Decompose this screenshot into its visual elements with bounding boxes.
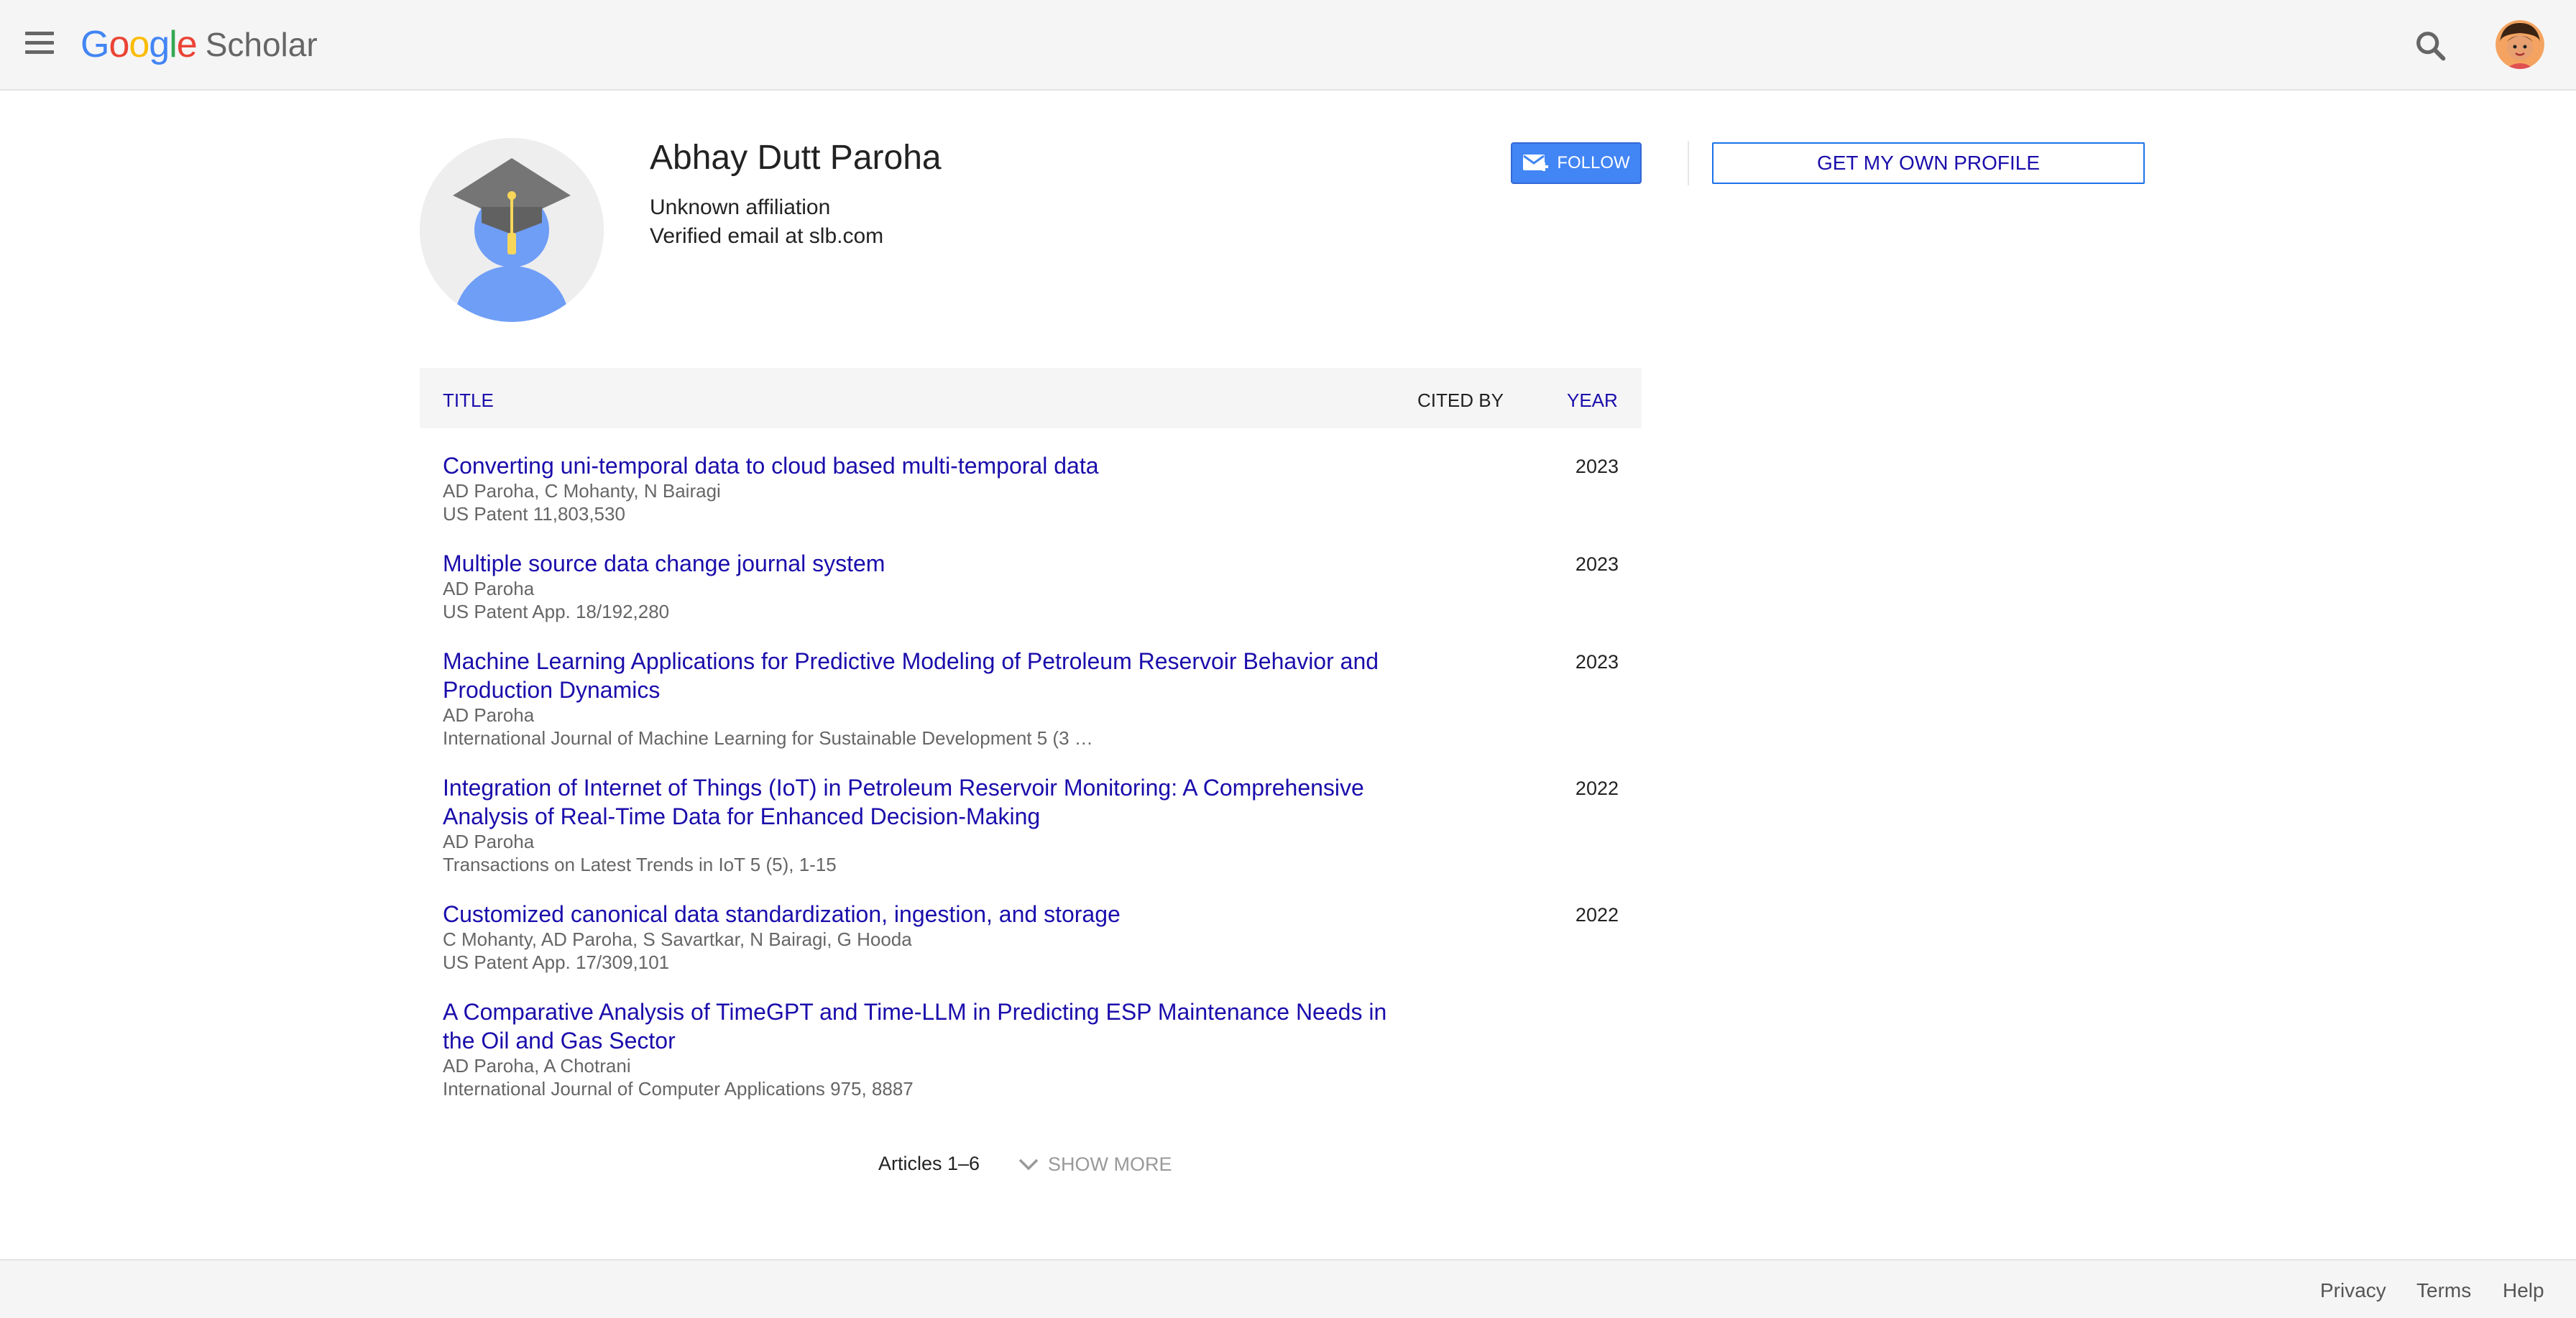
search-icon[interactable] [2412,27,2450,65]
sort-by-year[interactable]: YEAR [1567,390,1618,412]
article-venue: International Journal of Machine Learnin… [443,727,1093,749]
article-venue: Transactions on Latest Trends in IoT 5 (… [443,854,837,875]
chevron-down-icon [1018,1158,1039,1171]
articles-count: Articles 1–6 [878,1153,980,1174]
account-avatar[interactable] [2496,20,2544,69]
footer-privacy-link[interactable]: Privacy [2320,1279,2386,1302]
divider [1688,141,1689,185]
article-authors: AD Paroha, C Mohanty, N Bairagi [443,480,721,502]
logo-scholar-text: Scholar [205,26,318,63]
logo-google-text: Google [80,24,198,65]
article-venue: US Patent 11,803,530 [443,503,625,525]
article-title-link[interactable]: Machine Learning Applications for Predic… [443,647,1392,704]
google-scholar-logo[interactable]: Google Scholar [80,22,318,68]
article-venue: US Patent App. 17/309,101 [443,951,670,973]
footer: Privacy Terms Help [0,1259,2576,1318]
get-my-own-profile-button[interactable]: GET MY OWN PROFILE [1712,142,2145,184]
article-venue: International Journal of Computer Applic… [443,1078,914,1100]
article-year[interactable]: 2022 [1576,904,1619,926]
articles-table-header: TITLE CITED BY YEAR [420,368,1642,428]
profile-affiliation: Unknown affiliation [650,195,831,219]
article-year[interactable]: 2023 [1576,651,1619,673]
article-authors: C Mohanty, AD Paroha, S Savartkar, N Bai… [443,928,912,950]
show-more-button[interactable]: SHOW MORE [1018,1148,1172,1180]
top-bar: Google Scholar [0,0,2576,91]
article-title-link[interactable]: Multiple source data change journal syst… [443,549,1392,578]
article-authors: AD Paroha [443,704,535,726]
hamburger-menu-icon[interactable] [23,32,56,57]
article-title-link[interactable]: Customized canonical data standardizatio… [443,900,1392,928]
article-authors: AD Paroha [443,831,535,852]
follow-button[interactable]: FOLLOW [1511,142,1642,184]
article-year[interactable]: 2023 [1576,553,1619,576]
article-title-link[interactable]: Converting uni-temporal data to cloud ba… [443,451,1392,480]
sort-by-title[interactable]: TITLE [443,390,494,412]
article-year[interactable]: 2023 [1576,456,1619,478]
show-more-label: SHOW MORE [1048,1153,1172,1175]
article-authors: AD Paroha [443,578,535,599]
article-title-link[interactable]: Integration of Internet of Things (IoT) … [443,773,1392,831]
article-authors: AD Paroha, A Chotrani [443,1055,631,1077]
article-title-link[interactable]: A Comparative Analysis of TimeGPT and Ti… [443,997,1392,1055]
article-venue: US Patent App. 18/192,280 [443,601,670,622]
footer-terms-link[interactable]: Terms [2416,1279,2471,1302]
profile-email: Verified email at slb.com [650,224,884,248]
sort-by-cited[interactable]: CITED BY [1417,390,1504,412]
profile-name: Abhay Dutt Paroha [650,139,942,177]
article-year[interactable]: 2022 [1576,778,1619,800]
profile-photo [420,138,604,322]
envelope-plus-icon [1523,155,1549,171]
footer-help-link[interactable]: Help [2503,1279,2544,1302]
follow-button-label: FOLLOW [1557,153,1630,172]
